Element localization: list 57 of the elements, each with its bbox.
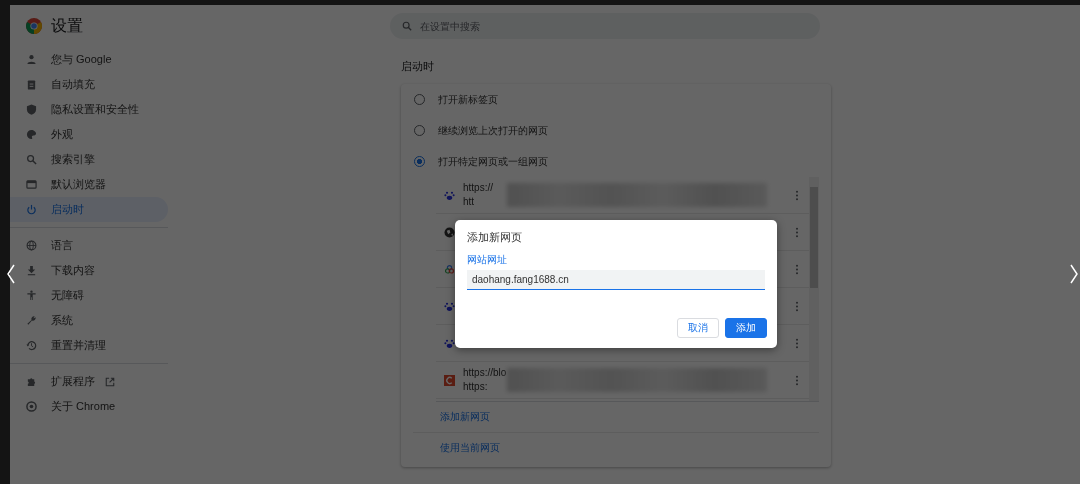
search-icon	[402, 21, 412, 31]
dialog-title: 添加新网页	[467, 230, 523, 245]
field-label: 网站网址	[467, 253, 508, 267]
section-heading: 启动时	[401, 59, 435, 74]
sidebar-item[interactable]: 自动填充	[10, 72, 168, 97]
wrench-icon	[26, 315, 37, 326]
search-icon	[26, 154, 37, 165]
paw-icon	[444, 189, 455, 201]
sidebar-item[interactable]: 搜索引擎	[10, 147, 168, 172]
url-text: htt	[463, 195, 476, 209]
more-icon[interactable]	[795, 189, 799, 201]
download-icon	[26, 265, 37, 276]
puzzle-icon	[26, 376, 37, 387]
scrollbar[interactable]	[809, 177, 819, 401]
link[interactable]: 添加新网页	[440, 410, 490, 424]
url-text: https://	[463, 181, 494, 195]
option-label: 打开新标签页	[438, 92, 498, 107]
rings-icon	[444, 263, 455, 275]
palette-icon	[26, 129, 37, 140]
window-title: 设置	[51, 15, 83, 36]
more-icon[interactable]	[795, 337, 799, 349]
chrome-icon	[26, 401, 37, 412]
globe-icon	[26, 240, 37, 251]
sidebar-item[interactable]: 您与 Google	[10, 47, 168, 72]
sidebar-item[interactable]: 外观	[10, 122, 168, 147]
url-input-field[interactable]: daohang.fang1688.cn	[467, 270, 765, 290]
sidebar-item[interactable]: 系统	[10, 308, 168, 333]
more-icon[interactable]	[795, 300, 799, 312]
sidebar-item[interactable]: 重置并清理	[10, 333, 168, 358]
sidebar-item[interactable]: 无障碍	[10, 283, 168, 308]
clipboard-icon	[26, 79, 37, 90]
url-text: https:	[463, 380, 489, 394]
history-icon	[26, 340, 37, 351]
paw-icon	[444, 300, 455, 312]
cancel-button[interactable]: 取消	[677, 318, 719, 338]
shield-icon	[26, 104, 37, 115]
sidebar-item[interactable]: 关于 Chrome	[10, 394, 168, 419]
sidebar-item[interactable]: 默认浏览器	[10, 172, 168, 197]
sidebar-item[interactable]: 语言	[10, 233, 168, 258]
sidebar-item[interactable]: 隐私设置和安全性	[10, 97, 168, 122]
browser-window-icon	[26, 179, 37, 190]
more-icon[interactable]	[795, 374, 799, 386]
person-icon	[26, 54, 37, 65]
chevron-right-icon[interactable]	[1070, 264, 1078, 284]
accessibility-icon	[26, 290, 37, 301]
link[interactable]: 使用当前网页	[440, 441, 500, 455]
chevron-left-icon[interactable]	[7, 264, 15, 284]
sidebar-item[interactable]: 启动时	[10, 197, 168, 222]
sidebar-item[interactable]: 下载内容	[10, 258, 168, 283]
more-icon[interactable]	[795, 226, 799, 238]
site-logo-icon	[444, 374, 455, 386]
add-button[interactable]: 添加	[725, 318, 767, 338]
power-icon	[26, 204, 37, 215]
more-icon[interactable]	[795, 263, 799, 275]
paw-icon	[444, 337, 455, 349]
chrome-logo-icon	[26, 18, 42, 34]
sidebar-item[interactable]: 扩展程序	[10, 369, 168, 394]
